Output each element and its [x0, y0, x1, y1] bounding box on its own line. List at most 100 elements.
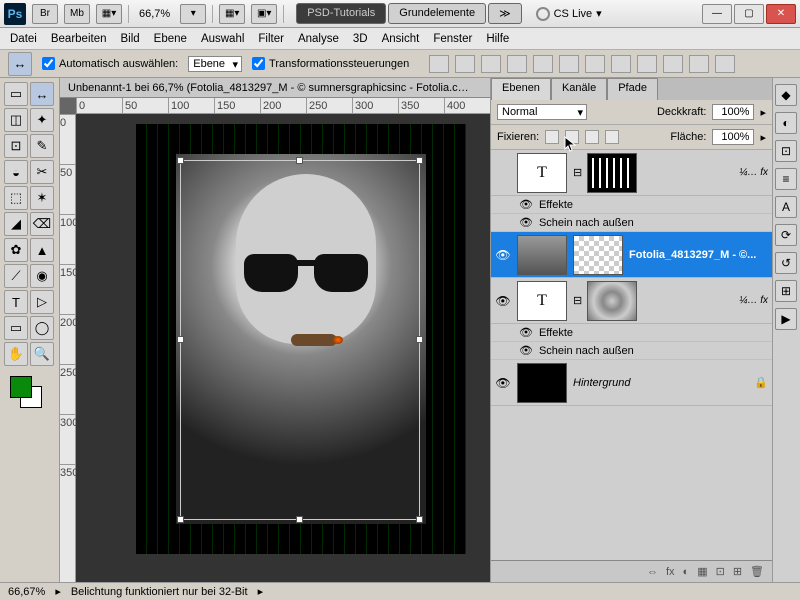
layer-name[interactable]: Fotolia_4813297_M - ©... — [629, 249, 756, 261]
workspace-tab[interactable]: Grundelemente — [388, 3, 486, 24]
dock-button[interactable]: ⟳ — [775, 224, 797, 246]
fx-icon[interactable]: fx — [666, 566, 675, 578]
tool-button[interactable]: ✎ — [30, 134, 54, 158]
link-layers-icon[interactable]: ⇔ — [647, 566, 658, 578]
menu-item[interactable]: Bild — [120, 33, 139, 45]
tab-channels[interactable]: Kanäle — [551, 78, 607, 100]
menu-item[interactable]: Fenster — [433, 33, 472, 45]
view-extras-button[interactable]: ▦▾ — [219, 4, 245, 24]
layout-button[interactable]: ▦▾ — [96, 4, 122, 24]
menu-item[interactable]: Auswahl — [201, 33, 244, 45]
auto-select-target[interactable]: Ebene — [188, 56, 242, 72]
menu-item[interactable]: Ebene — [154, 33, 187, 45]
tool-button[interactable]: ⟋ — [4, 264, 28, 288]
dock-button[interactable]: ⊡ — [775, 140, 797, 162]
transform-handle[interactable] — [416, 157, 423, 164]
layer-mask-thumb[interactable] — [587, 153, 637, 193]
tool-button[interactable]: ◢ — [4, 212, 28, 236]
document-image[interactable] — [136, 124, 466, 554]
effects-row[interactable]: 👁Effekte — [491, 324, 772, 342]
status-zoom[interactable]: 66,67% — [8, 586, 45, 598]
zoom-dropdown[interactable]: ▾ — [180, 4, 206, 24]
lock-all-icon[interactable] — [605, 130, 619, 144]
tool-button[interactable]: ▭ — [4, 316, 28, 340]
foreground-color[interactable] — [10, 376, 32, 398]
tool-button[interactable]: ▭ — [4, 82, 28, 106]
minimize-button[interactable]: — — [702, 4, 732, 24]
tool-button[interactable]: ⊡ — [4, 134, 28, 158]
workspace-more[interactable]: ≫ — [488, 3, 522, 24]
lock-transparent-icon[interactable] — [545, 130, 559, 144]
hand-tool[interactable]: ✋ — [4, 342, 28, 366]
transform-handle[interactable] — [177, 516, 184, 523]
move-tool-icon[interactable]: ↔ — [8, 52, 32, 76]
workspace-tab-dark[interactable]: PSD-Tutorials — [296, 3, 386, 24]
effect-outer-glow[interactable]: 👁Schein nach außen — [491, 342, 772, 360]
dock-button[interactable]: ⊞ — [775, 280, 797, 302]
dock-button[interactable]: ▶ — [775, 308, 797, 330]
align-icons[interactable] — [429, 55, 735, 73]
mini-bridge-button[interactable]: Mb — [64, 4, 90, 24]
cs-live[interactable]: CS Live ▾ — [536, 7, 602, 21]
tool-button[interactable]: ⬚ — [4, 186, 28, 210]
transform-handle[interactable] — [296, 516, 303, 523]
transform-handle[interactable] — [177, 157, 184, 164]
tool-button[interactable]: ◫ — [4, 108, 28, 132]
bridge-button[interactable]: Br — [32, 4, 58, 24]
tab-paths[interactable]: Pfade — [607, 78, 658, 100]
menu-item[interactable]: Datei — [10, 33, 37, 45]
layer-row-background[interactable]: 👁 Hintergrund 🔒 — [491, 360, 772, 406]
group-icon[interactable]: ⊡ — [716, 565, 725, 578]
transform-handle[interactable] — [177, 336, 184, 343]
dock-button[interactable]: ◐ — [775, 112, 797, 134]
visibility-icon[interactable]: 👁 — [495, 294, 511, 308]
lock-position-icon[interactable] — [585, 130, 599, 144]
canvas[interactable] — [76, 114, 490, 582]
effect-outer-glow[interactable]: 👁Schein nach außen — [491, 214, 772, 232]
move-tool[interactable]: ↔ — [30, 82, 54, 106]
new-layer-icon[interactable]: ⊞ — [733, 565, 742, 578]
menu-item[interactable]: Filter — [258, 33, 284, 45]
transform-handle[interactable] — [416, 516, 423, 523]
opacity-input[interactable]: 100% — [712, 104, 754, 120]
layer-row[interactable]: 👁 T ⊟ ¼… fx — [491, 278, 772, 324]
menu-item[interactable]: 3D — [353, 33, 368, 45]
transform-bounds[interactable] — [180, 160, 420, 520]
color-swatches[interactable] — [4, 376, 55, 410]
trash-icon[interactable]: 🗑 — [750, 565, 764, 578]
document-tab[interactable]: Unbenannt-1 bei 66,7% (Fotolia_4813297_M… — [60, 78, 490, 98]
tool-button[interactable]: ✦ — [30, 108, 54, 132]
fx-badge[interactable]: ¼… fx — [739, 295, 768, 306]
tool-button[interactable]: ⌫ — [30, 212, 54, 236]
menu-item[interactable]: Analyse — [298, 33, 339, 45]
adjustment-icon[interactable]: ▦ — [697, 565, 707, 578]
fill-input[interactable]: 100% — [712, 129, 754, 145]
zoom-tool[interactable]: 🔍 — [30, 342, 54, 366]
tool-button[interactable]: ✿ — [4, 238, 28, 262]
menu-item[interactable]: Ansicht — [382, 33, 420, 45]
tool-button[interactable]: ✂ — [30, 160, 54, 184]
screen-mode-button[interactable]: ▣▾ — [251, 4, 277, 24]
fx-badge[interactable]: ¼… fx — [739, 167, 768, 178]
layer-mask-thumb[interactable] — [573, 235, 623, 275]
blend-mode-select[interactable]: Normal — [497, 104, 587, 120]
transform-controls-checkbox[interactable]: Transformationssteuerungen — [252, 57, 409, 70]
dock-button[interactable]: ≡ — [775, 168, 797, 190]
tool-button[interactable]: ▲ — [30, 238, 54, 262]
layer-row[interactable]: T ⊟ ¼… fx — [491, 150, 772, 196]
type-tool[interactable]: T — [4, 290, 28, 314]
menu-item[interactable]: Hilfe — [486, 33, 509, 45]
menu-item[interactable]: Bearbeiten — [51, 33, 107, 45]
tool-button[interactable]: ▷ — [30, 290, 54, 314]
visibility-icon[interactable]: 👁 — [495, 248, 511, 262]
mask-icon[interactable]: ◐ — [683, 566, 690, 578]
zoom-level[interactable]: 66,7% — [135, 7, 174, 21]
auto-select-checkbox[interactable]: Automatisch auswählen: — [42, 57, 178, 70]
layer-row-selected[interactable]: 👁 Fotolia_4813297_M - ©... — [491, 232, 772, 278]
close-button[interactable]: ✕ — [766, 4, 796, 24]
transform-handle[interactable] — [416, 336, 423, 343]
tool-button[interactable]: ◉ — [30, 264, 54, 288]
tool-button[interactable]: ◒ — [4, 160, 28, 184]
tool-button[interactable]: ✶ — [30, 186, 54, 210]
transform-handle[interactable] — [296, 157, 303, 164]
